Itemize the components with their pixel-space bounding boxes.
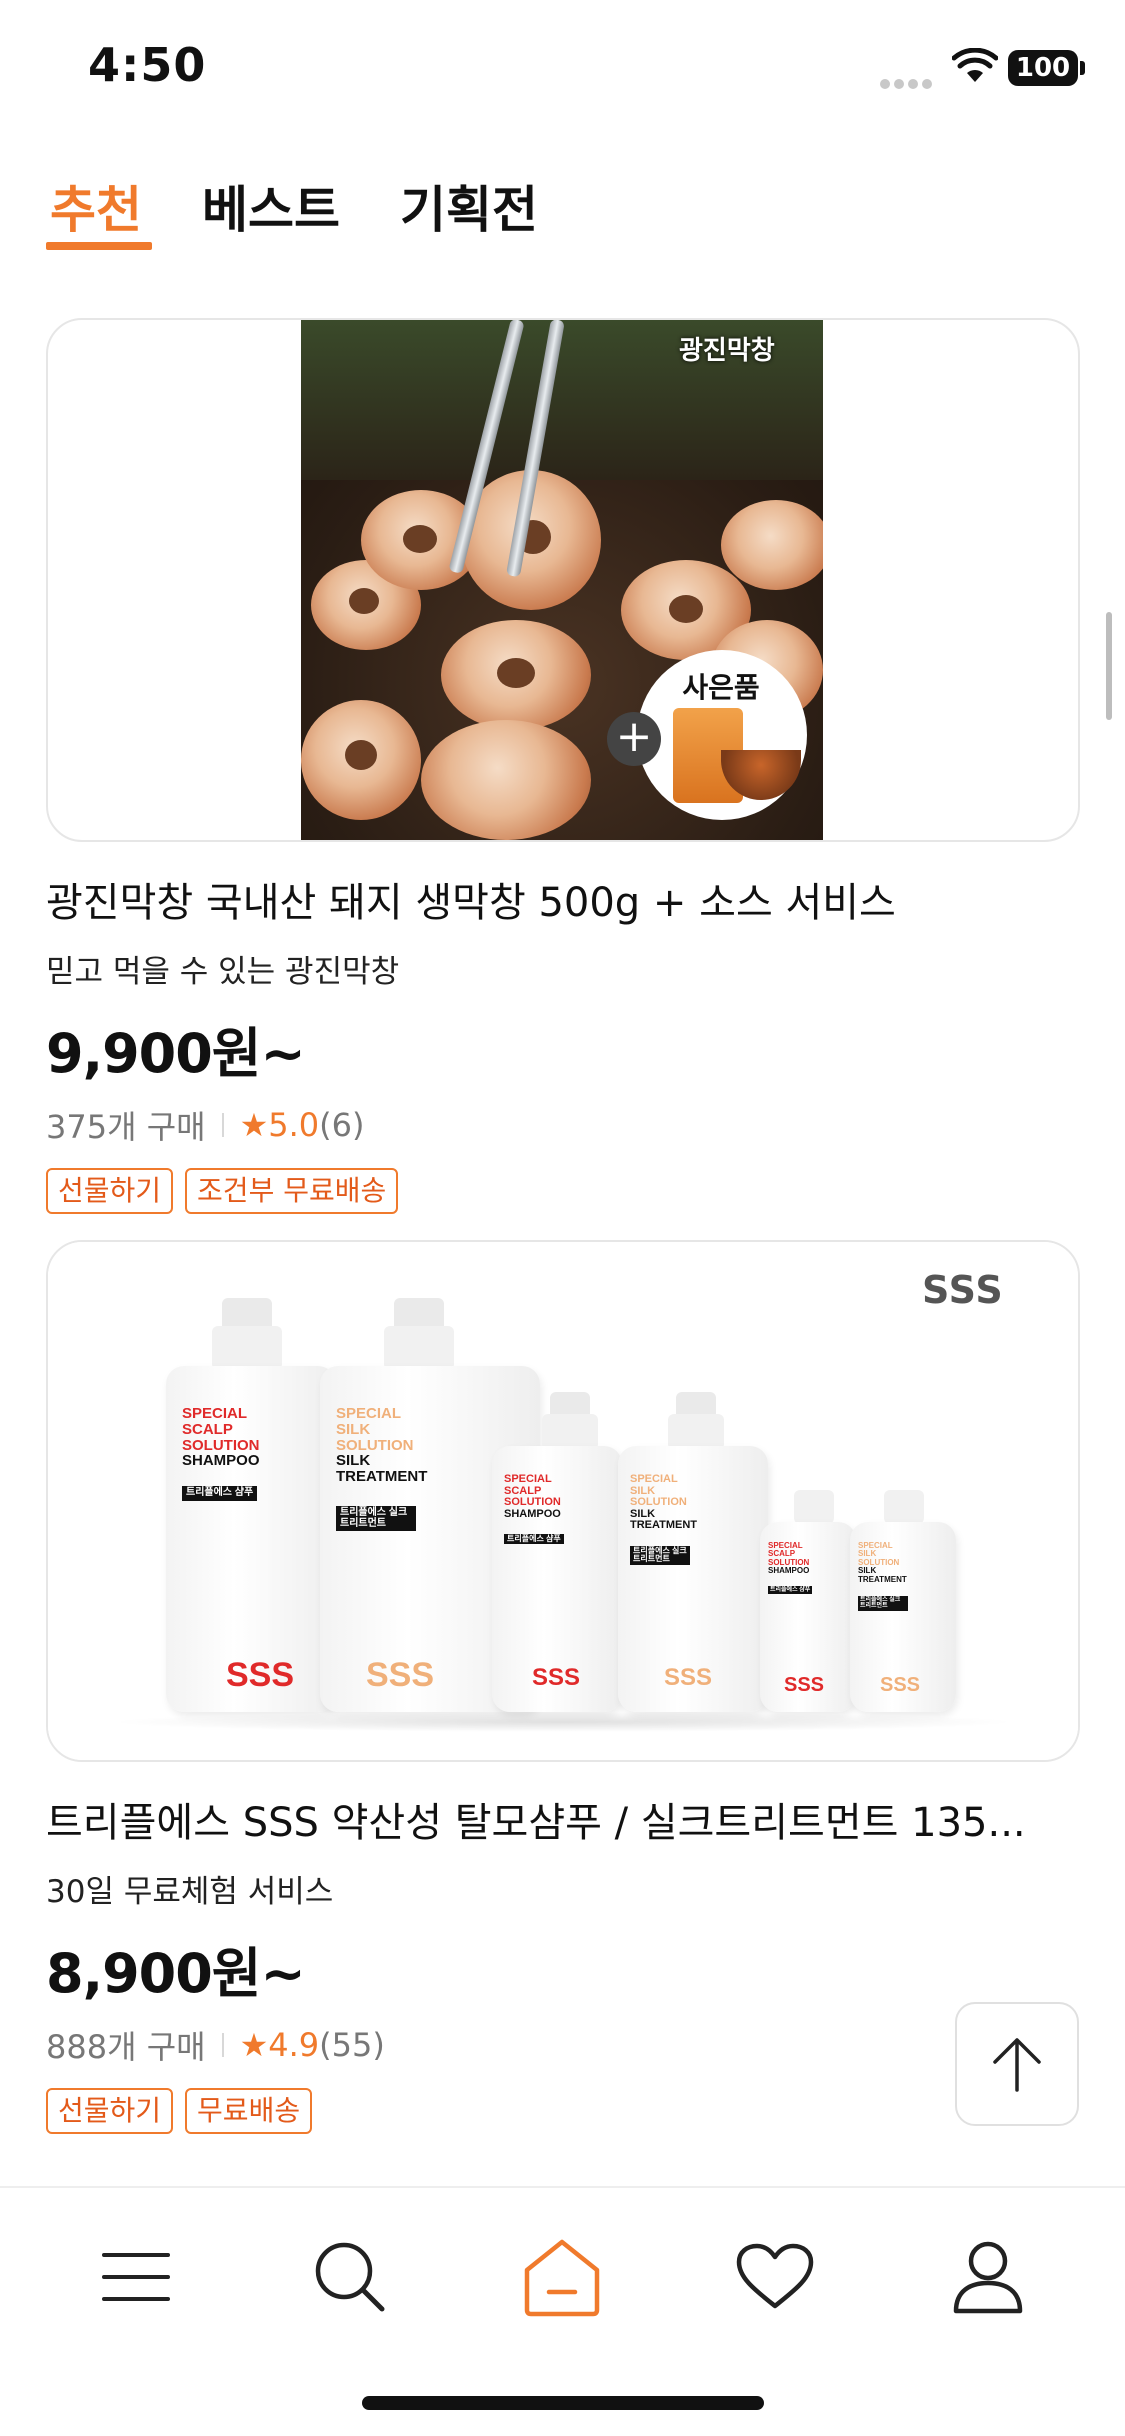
nav-menu[interactable] xyxy=(91,2232,181,2322)
brand-logo: 광진막창 xyxy=(679,336,775,366)
product-subtitle: 믿고 먹을 수 있는 광진막창 xyxy=(46,954,400,990)
status-bar: 4:50 100 xyxy=(0,0,1125,140)
plus-icon: + xyxy=(607,712,661,766)
nav-wishlist[interactable] xyxy=(730,2232,820,2322)
tab-best[interactable]: 베스트 xyxy=(202,170,340,242)
battery-cap xyxy=(1080,61,1085,75)
nav-home[interactable] xyxy=(517,2232,607,2322)
tab-exhibition[interactable]: 기획전 xyxy=(400,170,538,242)
arrow-up-icon xyxy=(993,2038,1041,2092)
nav-profile[interactable] xyxy=(943,2232,1033,2322)
star-icon: ★ xyxy=(239,2026,269,2064)
treatment-bottle-small: SPECIAL SILK SOLUTION SILK TREATMENT 트리플… xyxy=(850,1522,956,1712)
menu-icon xyxy=(102,2253,170,2301)
heart-icon xyxy=(736,2243,814,2309)
meta-divider xyxy=(221,2033,224,2057)
product-image: SSS SPECIAL SCALP SOLUTION SHAMPOO 트리플에스… xyxy=(48,1242,1078,1760)
product-meta: 888개 구매 ★ 4.9 (55) xyxy=(46,2022,1080,2068)
product-image-frame[interactable]: SSS SPECIAL SCALP SOLUTION SHAMPOO 트리플에스… xyxy=(46,1240,1080,1762)
product-card[interactable]: SSS SPECIAL SCALP SOLUTION SHAMPOO 트리플에스… xyxy=(46,1240,1080,2134)
shipping-badge-tag: 무료배송 xyxy=(185,2088,313,2134)
shampoo-bottle: SPECIAL SCALP SOLUTION SHAMPOO 트리플에스 샴푸 … xyxy=(166,1366,336,1712)
product-image-frame[interactable]: 광진막창 사은품 + xyxy=(46,318,1080,842)
product-price: 8,900원~ xyxy=(46,1942,306,2005)
review-count: (6) xyxy=(319,1106,365,1144)
home-icon xyxy=(524,2239,600,2317)
shampoo-bottle-medium: SPECIAL SCALP SOLUTION SHAMPOO 트리플에스 샴푸 … xyxy=(492,1446,622,1712)
signal-dots-icon xyxy=(880,74,936,89)
product-price: 9,900원~ xyxy=(46,1022,306,1085)
review-count: (55) xyxy=(319,2026,385,2064)
product-title[interactable]: 광진막창 국내산 돼지 생막창 500g + 소스 서비스 xyxy=(46,870,1080,928)
badge-list: 선물하기 무료배송 xyxy=(46,2088,1080,2134)
nav-search[interactable] xyxy=(305,2232,395,2322)
shipping-badge-tag: 조건부 무료배송 xyxy=(185,1168,399,1214)
rating-value: 4.9 xyxy=(268,2026,320,2064)
gift-label: 사은품 xyxy=(682,671,760,704)
product-title[interactable]: 트리플에스 SSS 약산성 탈모샴푸 / 실크트리트먼트 135... xyxy=(46,1790,1080,1848)
battery-icon: 100 xyxy=(1008,50,1078,86)
gift-badge-tag: 선물하기 xyxy=(46,2088,174,2134)
purchase-count: 375개 구매 xyxy=(46,1108,206,1146)
product-subtitle: 30일 무료체험 서비스 xyxy=(46,1874,334,1910)
scroll-to-top-button[interactable] xyxy=(955,2002,1079,2126)
rating-value: 5.0 xyxy=(268,1106,320,1144)
product-image: 광진막창 사은품 + xyxy=(301,320,823,840)
wifi-icon xyxy=(952,48,998,82)
product-meta: 375개 구매 ★ 5.0 (6) xyxy=(46,1102,1080,1148)
meta-divider xyxy=(221,1113,224,1137)
status-time: 4:50 xyxy=(88,38,207,92)
star-icon: ★ xyxy=(239,1106,269,1144)
shampoo-bottle-small: SPECIAL SCALP SOLUTION SHAMPOO 트리플에스 샴푸 … xyxy=(760,1522,856,1712)
gift-badge-tag: 선물하기 xyxy=(46,1168,174,1214)
product-card[interactable]: 광진막창 사은품 + 광진막창 국내산 돼지 생막창 500g + 소스 서비스… xyxy=(46,318,1080,1214)
purchase-count: 888개 구매 xyxy=(46,2028,206,2066)
brand-logo: SSS xyxy=(922,1268,1004,1312)
search-icon xyxy=(315,2242,385,2312)
home-indicator xyxy=(362,2396,764,2410)
profile-icon xyxy=(953,2241,1023,2314)
scrollbar[interactable] xyxy=(1106,612,1112,720)
active-tab-underline xyxy=(46,242,152,250)
treatment-bottle-medium: SPECIAL SILK SOLUTION SILK TREATMENT 트리플… xyxy=(618,1446,768,1712)
badge-list: 선물하기 조건부 무료배송 xyxy=(46,1168,1080,1214)
tab-recommend[interactable]: 추천 xyxy=(50,170,142,242)
